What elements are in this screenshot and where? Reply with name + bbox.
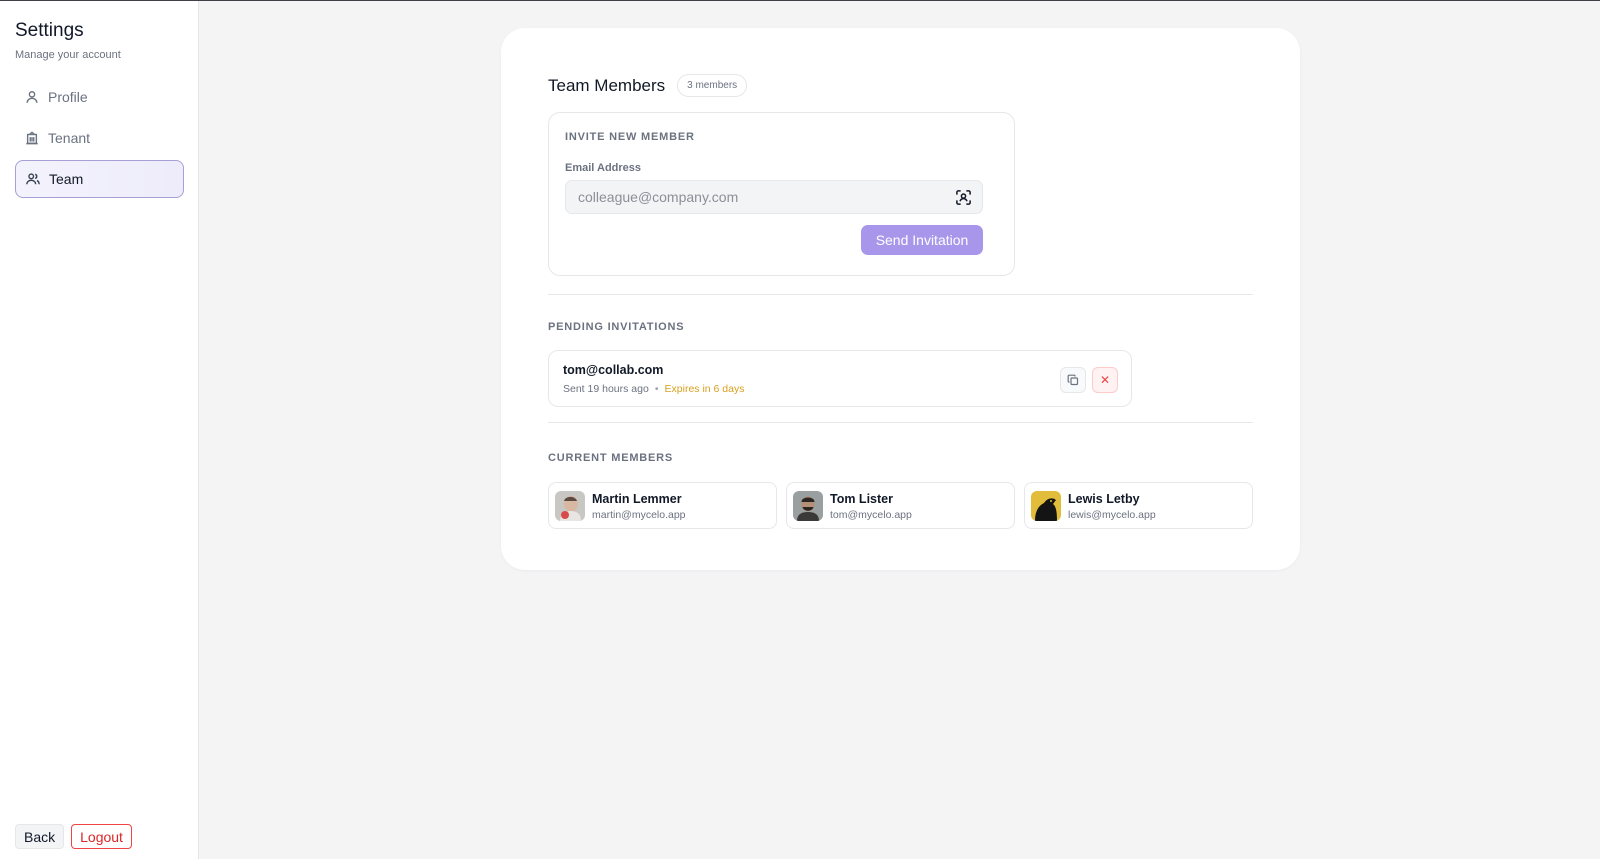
sidebar-item-team[interactable]: Team <box>15 160 184 198</box>
sidebar-footer: Back Logout <box>15 824 132 849</box>
page-title: Team Members <box>548 75 666 95</box>
members-section-title: CURRENT MEMBERS <box>548 452 674 464</box>
expiry-text: Expires in 6 days <box>664 383 745 395</box>
sidebar-item-label: Profile <box>48 89 88 105</box>
avatar <box>555 491 585 521</box>
pending-invitation-row: tom@collab.com Sent 19 hours ago • Expir… <box>548 350 1132 407</box>
back-button[interactable]: Back <box>15 824 65 849</box>
member-email: tom@mycelo.app <box>830 509 912 521</box>
member-count-badge: 3 members <box>677 74 748 97</box>
divider <box>548 294 1253 295</box>
sidebar-item-label: Tenant <box>48 130 91 146</box>
sidebar: Settings Manage your account Profile Ten… <box>0 1 199 859</box>
pending-email: tom@collab.com <box>563 363 664 377</box>
pending-meta: Sent 19 hours ago • Expires in 6 days <box>563 383 744 395</box>
building-icon <box>26 131 38 145</box>
sidebar-subtitle: Manage your account <box>15 49 121 61</box>
invite-panel: INVITE NEW MEMBER Email Address Send Inv… <box>548 112 1015 276</box>
top-border <box>0 0 1600 1</box>
copy-icon <box>1067 374 1079 386</box>
close-icon: ✕ <box>1099 373 1111 387</box>
meta-separator: • <box>654 383 659 395</box>
avatar <box>1031 491 1061 521</box>
invite-section-title: INVITE NEW MEMBER <box>565 131 695 143</box>
card-header: Team Members 3 members <box>548 74 748 97</box>
sidebar-item-tenant[interactable]: Tenant <box>15 119 184 157</box>
member-card[interactable]: Martin Lemmer martin@mycelo.app <box>548 482 777 529</box>
copy-invite-link-button[interactable] <box>1060 367 1086 393</box>
logout-button[interactable]: Logout <box>71 824 132 849</box>
member-email: martin@mycelo.app <box>592 509 686 521</box>
member-name: Tom Lister <box>830 492 893 506</box>
sidebar-item-profile[interactable]: Profile <box>15 78 184 116</box>
member-name: Martin Lemmer <box>592 492 682 506</box>
member-card[interactable]: Lewis Letby lewis@mycelo.app <box>1024 482 1253 529</box>
email-label: Email Address <box>565 162 642 174</box>
email-field[interactable] <box>565 180 983 214</box>
avatar <box>793 491 823 521</box>
user-icon <box>26 91 38 103</box>
users-icon <box>26 173 40 185</box>
team-card: Team Members 3 members INVITE NEW MEMBER… <box>501 28 1300 570</box>
pending-section-title: PENDING INVITATIONS <box>548 321 685 333</box>
cancel-invitation-button[interactable]: ✕ <box>1092 367 1118 393</box>
member-name: Lewis Letby <box>1068 492 1140 506</box>
sidebar-title: Settings <box>15 20 84 41</box>
contact-scan-icon[interactable] <box>955 189 972 206</box>
member-email: lewis@mycelo.app <box>1068 509 1156 521</box>
sent-time: Sent 19 hours ago <box>563 383 649 395</box>
divider <box>548 422 1253 423</box>
send-invitation-button[interactable]: Send Invitation <box>861 225 983 255</box>
sidebar-item-label: Team <box>49 171 84 187</box>
member-card[interactable]: Tom Lister tom@mycelo.app <box>786 482 1015 529</box>
